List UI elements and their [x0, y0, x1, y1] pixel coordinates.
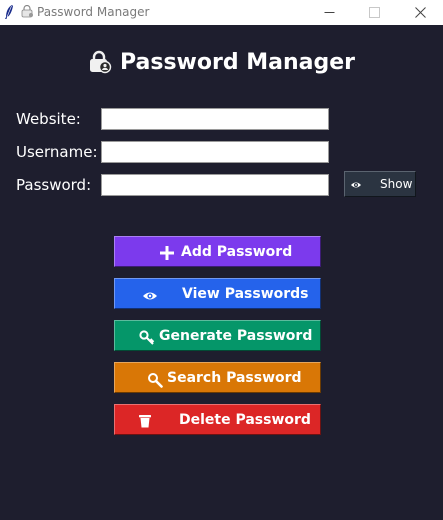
trash-icon — [139, 415, 151, 428]
add-password-label: Add Password — [181, 244, 293, 260]
generate-password-label: Generate Password — [159, 328, 313, 344]
generate-password-button[interactable]: Generate Password — [114, 320, 321, 351]
website-label: Website: — [16, 110, 81, 128]
key-icon — [139, 330, 155, 345]
maximize-icon — [368, 7, 380, 18]
window-title: Password Manager — [37, 5, 150, 19]
delete-password-label: Delete Password — [179, 412, 311, 428]
show-button-label: Show — [380, 177, 413, 191]
view-passwords-button[interactable]: View Passwords — [114, 278, 321, 309]
plus-icon — [160, 246, 174, 260]
maximize-button[interactable] — [356, 0, 392, 25]
app-body: Password Manager Website: Username: Pass… — [0, 25, 443, 520]
search-password-button[interactable]: Search Password — [114, 362, 321, 393]
view-passwords-label: View Passwords — [182, 286, 309, 302]
title-bar: Password Manager — [0, 0, 443, 25]
delete-password-button[interactable]: Delete Password — [114, 404, 321, 435]
show-password-button[interactable]: Show — [344, 171, 416, 197]
header: Password Manager — [0, 47, 443, 77]
page-title: Password Manager — [119, 49, 356, 75]
username-input[interactable] — [101, 141, 329, 163]
add-password-button[interactable]: Add Password — [114, 236, 321, 267]
website-input[interactable] — [101, 108, 329, 130]
lock-badge-icon — [89, 50, 112, 74]
minimize-icon — [324, 12, 334, 13]
search-password-label: Search Password — [167, 370, 302, 386]
eye-icon — [143, 292, 157, 300]
close-button[interactable] — [402, 0, 438, 25]
magnifier-icon — [148, 373, 163, 388]
password-label: Password: — [16, 176, 92, 194]
eye-icon — [351, 182, 361, 188]
lock-icon — [21, 5, 33, 18]
username-label: Username: — [16, 143, 98, 161]
password-input[interactable] — [101, 174, 329, 196]
feather-icon — [5, 5, 13, 19]
minimize-button[interactable] — [311, 0, 347, 25]
close-icon — [414, 7, 426, 18]
